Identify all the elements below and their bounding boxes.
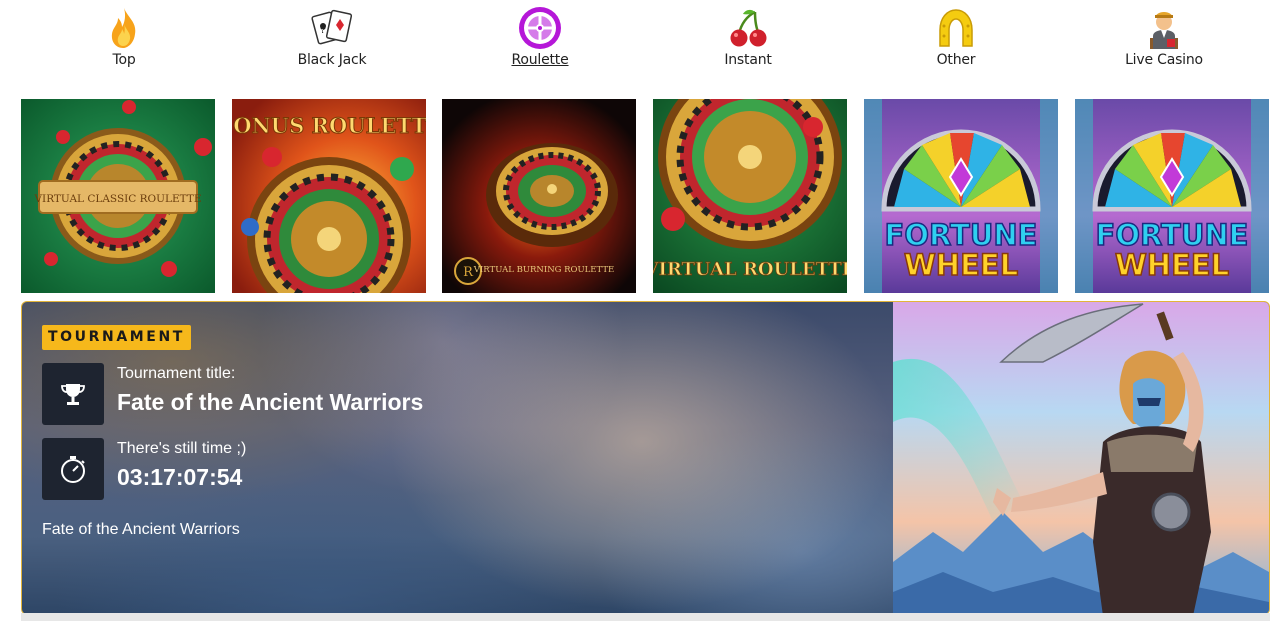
dealer-icon xyxy=(1150,12,1178,49)
stopwatch-icon xyxy=(61,456,85,483)
category-roulette[interactable]: Roulette xyxy=(480,6,600,76)
game-tile[interactable]: R VIRTUAL BURNING ROULETTE xyxy=(442,99,636,293)
category-instant[interactable]: Instant xyxy=(688,6,808,76)
tournament-description: Fate of the Ancient Warriors xyxy=(42,521,240,538)
playing-cards-icon xyxy=(311,9,353,45)
game-title: BONUS ROULETTE xyxy=(232,113,426,138)
tournament-title: Fate of the Ancient Warriors xyxy=(117,389,424,415)
tournament-badge: TOURNAMENT xyxy=(42,325,191,350)
category-label: Black Jack xyxy=(297,52,367,68)
game-title: VIRTUAL BURNING ROULETTE xyxy=(473,265,614,275)
game-thumbnail: FORTUNE WHEEL xyxy=(864,99,1058,293)
countdown-timer: 03:17:07:54 xyxy=(117,464,243,490)
category-label: Instant xyxy=(724,52,772,68)
category-nav: Top Black Jack Roulette Instant Other Li… xyxy=(0,0,1280,90)
tournament-title-label: Tournament title: xyxy=(117,365,236,382)
game-tile[interactable]: FORTUNE WHEEL xyxy=(864,99,1058,293)
game-thumbnail: VIRTUAL CLASSIC ROULETTE xyxy=(21,99,215,293)
category-label: Top xyxy=(112,52,136,68)
timer-label: There's still time ;) xyxy=(117,440,247,457)
game-title-line2: WHEEL xyxy=(904,248,1018,282)
tournament-banner[interactable]: TOURNAMENT Tournament title: Fate of the… xyxy=(21,301,1270,615)
trophy-icon xyxy=(61,384,85,405)
flame-icon xyxy=(111,8,136,48)
game-tile[interactable]: FORTUNE WHEEL xyxy=(1075,99,1269,293)
category-label: Live Casino xyxy=(1125,52,1203,68)
game-thumbnail: R VIRTUAL BURNING ROULETTE xyxy=(442,99,636,293)
category-label: Roulette xyxy=(511,52,569,68)
cherries-icon xyxy=(730,9,767,47)
category-live-casino[interactable]: Live Casino xyxy=(1104,6,1224,76)
category-black-jack[interactable]: Black Jack xyxy=(272,6,392,76)
svg-text:R: R xyxy=(463,265,474,280)
game-thumbnail: FORTUNE WHEEL xyxy=(1075,99,1269,293)
game-tile[interactable]: VIRTUAL CLASSIC ROULETTE xyxy=(21,99,215,293)
game-tile[interactable]: VIRTUAL ROULETTE xyxy=(653,99,847,293)
warrior-artwork xyxy=(893,302,1269,614)
game-thumbnail: BONUS ROULETTE xyxy=(232,99,426,293)
game-title-line2: WHEEL xyxy=(1115,248,1229,282)
game-title-line1: FORTUNE xyxy=(1096,218,1249,252)
game-tile[interactable]: BONUS ROULETTE xyxy=(232,99,426,293)
game-thumbnail: VIRTUAL ROULETTE xyxy=(653,99,847,293)
category-label: Other xyxy=(936,52,976,68)
game-title: VIRTUAL CLASSIC ROULETTE xyxy=(33,193,201,205)
horseshoe-icon xyxy=(939,9,973,47)
stopwatch-icon-box xyxy=(42,438,104,500)
game-grid: VIRTUAL CLASSIC ROULETTE BONUS ROULETTE xyxy=(21,99,1269,293)
trophy-icon-box xyxy=(42,363,104,425)
game-title-line1: FORTUNE xyxy=(885,218,1038,252)
roulette-icon xyxy=(519,7,561,49)
bottom-divider xyxy=(21,613,1270,621)
category-other[interactable]: Other xyxy=(896,6,1016,76)
category-top[interactable]: Top xyxy=(64,6,184,76)
game-title: VIRTUAL ROULETTE xyxy=(653,259,847,280)
